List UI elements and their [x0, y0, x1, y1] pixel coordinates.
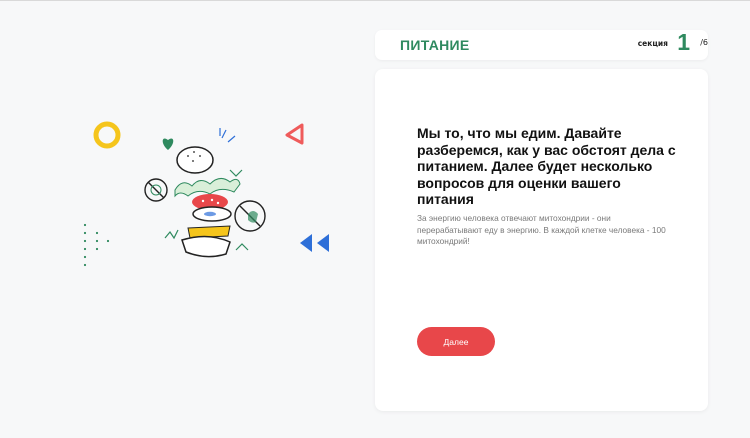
- food-illustration: [83, 121, 329, 267]
- section-counter-label: секция: [637, 39, 668, 48]
- hint-text: За энергию человека отвечают митохондрии…: [417, 213, 666, 246]
- next-button[interactable]: Далее: [417, 327, 495, 356]
- green-dots-icon: [83, 223, 110, 267]
- no-sign-left: [144, 178, 168, 202]
- top-bun: [176, 146, 214, 174]
- lettuce: [174, 178, 241, 198]
- top-border: [0, 0, 750, 1]
- red-triangle-icon: [285, 123, 304, 145]
- yellow-ring-icon: [93, 121, 121, 149]
- question-card: Мы то, что мы едим. Давайте разберемся, …: [375, 69, 708, 411]
- question-text: Мы то, что мы едим. Давайте разберемся, …: [417, 125, 676, 207]
- section-counter-total: /6: [700, 38, 708, 47]
- section-counter-current: 1: [677, 29, 690, 55]
- section-header: ПИТАНИЕ секция 1 /6: [375, 30, 708, 60]
- blue-double-triangle-icon: [300, 234, 329, 252]
- bottom-bun: [181, 235, 231, 258]
- section-title: ПИТАНИЕ: [400, 37, 470, 53]
- green-heart-icon: [162, 138, 174, 150]
